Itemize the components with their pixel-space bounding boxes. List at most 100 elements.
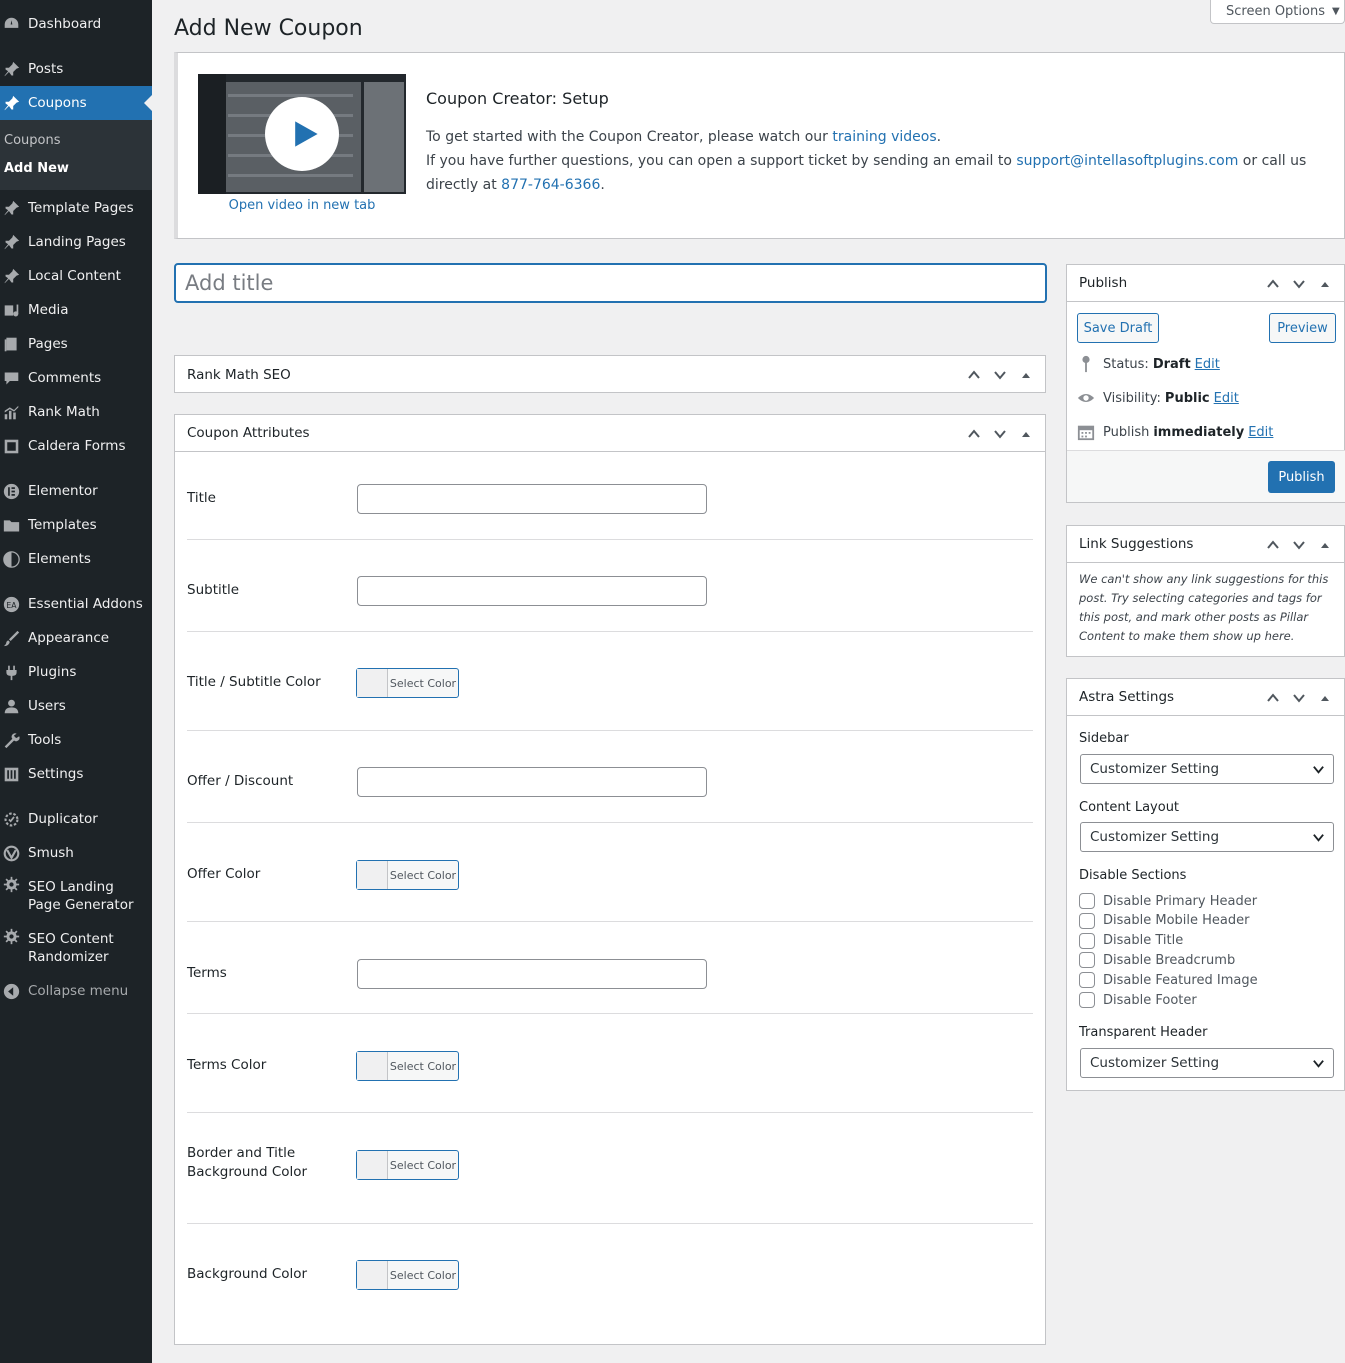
- checkbox-label: Disable Featured Image: [1103, 972, 1258, 988]
- terms-input[interactable]: [357, 959, 707, 989]
- phone-link[interactable]: 877-764-6366: [501, 177, 600, 193]
- sidebar-item-duplicator[interactable]: Duplicator: [0, 802, 152, 836]
- comments-icon: [2, 369, 20, 387]
- edit-visibility-link[interactable]: Edit: [1214, 391, 1239, 406]
- notice-text: directly at: [426, 177, 502, 193]
- sidebar-item-landing-pages[interactable]: Landing Pages: [0, 225, 152, 259]
- brush-icon: [2, 629, 20, 647]
- select-color-label: Select Color: [389, 676, 457, 690]
- transparent-header-select[interactable]: Customizer Setting: [1080, 1048, 1334, 1078]
- coupon-attributes-header[interactable]: Coupon Attributes: [175, 415, 1045, 452]
- move-up-icon[interactable]: [1260, 685, 1286, 711]
- toggle-panel-icon[interactable]: [1013, 421, 1039, 447]
- sidebar-item-local-content[interactable]: Local Content: [0, 259, 152, 293]
- move-down-icon[interactable]: [987, 421, 1013, 447]
- submenu-add-new[interactable]: Add New: [4, 161, 69, 176]
- sidebar-item-label: Dashboard: [28, 16, 102, 32]
- checkbox[interactable]: [1079, 932, 1095, 949]
- sidebar-item-caldera-forms[interactable]: Caldera Forms: [0, 429, 152, 463]
- sidebar-item-users[interactable]: Users: [0, 689, 152, 723]
- support-email-link[interactable]: support@intellasoftplugins.com: [1016, 153, 1238, 169]
- terms-color-color-picker[interactable]: Select Color: [356, 1051, 459, 1081]
- publish-header[interactable]: Publish: [1067, 265, 1344, 302]
- sidebar-select[interactable]: Customizer Setting: [1080, 754, 1334, 784]
- edit-publish-date-link[interactable]: Edit: [1248, 425, 1273, 440]
- publish-title: Publish: [1079, 275, 1128, 291]
- publish-button[interactable]: Publish: [1268, 461, 1335, 493]
- notice-text: .: [936, 129, 942, 145]
- screen-options-button[interactable]: Screen Options ▼: [1210, 0, 1345, 24]
- sidebar-item-settings[interactable]: Settings: [0, 757, 152, 791]
- border-and-title-background-color-color-picker[interactable]: Select Color: [356, 1150, 459, 1180]
- move-down-icon[interactable]: [987, 362, 1013, 388]
- sidebar-item-elements[interactable]: Elements: [0, 542, 152, 576]
- sidebar-item-appearance[interactable]: Appearance: [0, 621, 152, 655]
- sidebar-item-pages[interactable]: Pages: [0, 327, 152, 361]
- checkbox-disable-footer[interactable]: Disable Footer: [1079, 992, 1197, 1008]
- post-title-input[interactable]: Add title: [174, 263, 1047, 303]
- sidebar-item-plugins[interactable]: Plugins: [0, 655, 152, 689]
- sidebar-item-seo-landing-page-generator[interactable]: SEO Landing Page Generator: [0, 874, 152, 918]
- checkbox[interactable]: [1079, 893, 1095, 909]
- training-videos-link[interactable]: training videos: [832, 129, 936, 145]
- checkbox-disable-primary-header[interactable]: Disable Primary Header: [1079, 893, 1257, 909]
- offer-color-color-picker[interactable]: Select Color: [356, 860, 459, 890]
- collapse-menu-button[interactable]: Collapse menu: [0, 981, 152, 1001]
- video-thumbnail[interactable]: [198, 74, 406, 194]
- background-color-color-picker[interactable]: Select Color: [356, 1260, 459, 1290]
- toggle-panel-icon[interactable]: [1312, 271, 1338, 297]
- row-divider: [187, 822, 1033, 823]
- open-video-link[interactable]: Open video in new tab: [198, 198, 406, 213]
- content-layout-select-value: Customizer Setting: [1090, 829, 1220, 845]
- sidebar-item-smush[interactable]: Smush: [0, 836, 152, 870]
- toggle-panel-icon[interactable]: [1013, 362, 1039, 388]
- move-up-icon[interactable]: [1260, 532, 1286, 558]
- checkbox[interactable]: [1079, 972, 1095, 989]
- move-down-icon[interactable]: [1286, 532, 1312, 558]
- checkbox[interactable]: [1079, 912, 1095, 929]
- link-suggestions-header[interactable]: Link Suggestions: [1067, 526, 1344, 563]
- preview-button[interactable]: Preview: [1269, 313, 1336, 343]
- sidebar-item-essential-addons[interactable]: EA Essential Addons: [0, 587, 152, 621]
- submenu-coupons[interactable]: Coupons: [4, 133, 61, 148]
- checkbox[interactable]: [1079, 952, 1095, 969]
- content-layout-select[interactable]: Customizer Setting: [1080, 822, 1334, 852]
- sidebar-item-rank-math[interactable]: Rank Math: [0, 395, 152, 429]
- title-input[interactable]: [357, 484, 707, 514]
- sidebar-item-template-pages[interactable]: Template Pages: [0, 191, 152, 225]
- move-up-icon[interactable]: [961, 362, 987, 388]
- move-up-icon[interactable]: [1260, 271, 1286, 297]
- title-subtitle-color-color-picker[interactable]: Select Color: [356, 668, 459, 698]
- subtitle-input[interactable]: [357, 576, 707, 606]
- smush-icon: [2, 844, 20, 862]
- sidebar-item-media[interactable]: Media: [0, 293, 152, 327]
- color-swatch: [357, 861, 388, 889]
- toggle-panel-icon[interactable]: [1312, 685, 1338, 711]
- sidebar-item-posts[interactable]: Posts: [0, 52, 152, 86]
- sidebar-item-elementor[interactable]: Elementor: [0, 474, 152, 508]
- checkbox-disable-breadcrumb[interactable]: Disable Breadcrumb: [1079, 952, 1235, 969]
- sidebar-item-seo-content-randomizer[interactable]: SEO Content Randomizer: [0, 926, 152, 970]
- offer-discount-input[interactable]: [357, 767, 707, 797]
- sidebar-item-coupons[interactable]: Coupons: [0, 86, 152, 120]
- screen-options-label: Screen Options: [1226, 4, 1325, 19]
- checkbox-disable-mobile-header[interactable]: Disable Mobile Header: [1079, 912, 1249, 929]
- move-down-icon[interactable]: [1286, 271, 1312, 297]
- sidebar-item-tools[interactable]: Tools: [0, 723, 152, 757]
- eye-icon: [1077, 393, 1095, 403]
- checkbox-disable-title[interactable]: Disable Title: [1079, 932, 1183, 949]
- field-label: Border and Title Background Color: [187, 1145, 308, 1180]
- save-draft-button[interactable]: Save Draft: [1077, 313, 1159, 343]
- astra-settings-header[interactable]: Astra Settings: [1067, 679, 1344, 716]
- rank-math-seo-header[interactable]: Rank Math SEO: [175, 356, 1045, 393]
- checkbox-disable-featured-image[interactable]: Disable Featured Image: [1079, 972, 1258, 989]
- checkbox[interactable]: [1079, 992, 1095, 1008]
- move-down-icon[interactable]: [1286, 685, 1312, 711]
- edit-status-link[interactable]: Edit: [1195, 357, 1220, 372]
- play-icon[interactable]: [265, 97, 339, 171]
- toggle-panel-icon[interactable]: [1312, 532, 1338, 558]
- sidebar-item-templates[interactable]: Templates: [0, 508, 152, 542]
- sidebar-item-dashboard[interactable]: Dashboard: [0, 7, 152, 41]
- move-up-icon[interactable]: [961, 421, 987, 447]
- sidebar-item-comments[interactable]: Comments: [0, 361, 152, 395]
